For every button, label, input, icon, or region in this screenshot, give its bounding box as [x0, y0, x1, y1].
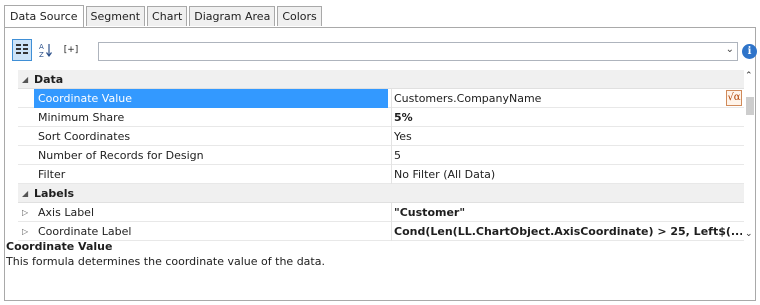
expand-icon[interactable]: ▷ — [22, 203, 28, 222]
expand-all-button[interactable]: [+] — [58, 39, 84, 61]
property-value[interactable]: Yes — [391, 127, 742, 146]
tab-segment[interactable]: Segment — [85, 6, 146, 26]
property-name: Coordinate Label — [38, 225, 132, 238]
property-row-coordinate-label[interactable]: ▷ Coordinate Label Cond(Len(LL.ChartObje… — [18, 222, 744, 241]
info-icon[interactable]: i — [742, 44, 757, 59]
description-text: This formula determines the coordinate v… — [6, 255, 325, 268]
formula-editor-button[interactable]: √α — [726, 90, 742, 106]
chevron-down-icon[interactable]: ⌄ — [726, 44, 734, 55]
category-labels[interactable]: ◢ Labels — [18, 184, 744, 203]
property-value[interactable]: 5% — [391, 108, 742, 127]
alphabetical-sort-button[interactable]: A Z — [36, 39, 56, 61]
property-name: Axis Label — [38, 206, 94, 219]
collapse-icon[interactable]: ◢ — [22, 184, 28, 203]
property-row-minimum-share[interactable]: Minimum Share 5% — [18, 108, 744, 127]
categorized-view-icon — [16, 44, 28, 54]
property-toolbar: A Z [+] ⌄ i — [12, 39, 757, 63]
category-label: Labels — [34, 187, 75, 200]
property-value[interactable]: Cond(Len(LL.ChartObject.AxisCoordinate) … — [391, 222, 742, 241]
property-name: Filter — [38, 168, 66, 181]
svg-text:Z: Z — [39, 51, 44, 58]
property-value[interactable]: "Customer" — [391, 203, 742, 222]
property-row-filter[interactable]: Filter No Filter (All Data) — [18, 165, 744, 184]
expand-icon[interactable]: ▷ — [22, 222, 28, 241]
expand-all-icon: [+] — [63, 45, 79, 55]
collapse-icon[interactable]: ◢ — [22, 70, 28, 89]
property-row-coordinate-value[interactable]: Coordinate Value Customers.CompanyName √… — [18, 89, 744, 108]
property-row-number-of-records[interactable]: Number of Records for Design 5 — [18, 146, 744, 165]
property-value[interactable]: Customers.CompanyName — [391, 89, 742, 108]
property-name: Sort Coordinates — [38, 130, 131, 143]
category-data[interactable]: ◢ Data — [18, 70, 744, 89]
property-grid: ◢ Data Coordinate Value Customers.Compan… — [18, 70, 744, 241]
alphabetical-sort-icon: A Z — [39, 43, 52, 58]
description-pane: Coordinate Value This formula determines… — [6, 240, 746, 270]
tab-diagram-area[interactable]: Diagram Area — [189, 6, 276, 26]
property-value[interactable]: No Filter (All Data) — [391, 165, 742, 184]
property-name: Coordinate Value — [34, 89, 388, 108]
category-label: Data — [34, 73, 64, 86]
property-name: Minimum Share — [38, 111, 125, 124]
property-row-sort-coordinates[interactable]: Sort Coordinates Yes — [18, 127, 744, 146]
scrollbar-thumb[interactable] — [746, 97, 754, 115]
tab-colors[interactable]: Colors — [277, 6, 322, 26]
tab-strip: Data Source Segment Chart Diagram Area C… — [4, 5, 324, 28]
description-title: Coordinate Value — [6, 240, 113, 253]
tab-chart[interactable]: Chart — [147, 6, 188, 26]
property-filter-combobox[interactable]: ⌄ — [98, 42, 738, 61]
property-value[interactable]: 5 — [391, 146, 742, 165]
svg-text:A: A — [39, 43, 44, 51]
scroll-up-icon[interactable]: ⌃ — [745, 71, 753, 81]
property-row-axis-label[interactable]: ▷ Axis Label "Customer" — [18, 203, 744, 222]
property-name: Number of Records for Design — [38, 149, 204, 162]
vertical-scrollbar[interactable]: ⌃ ⌄ — [744, 70, 756, 240]
tab-data-source[interactable]: Data Source — [4, 5, 84, 27]
categorized-view-button[interactable] — [12, 39, 32, 61]
scroll-down-icon[interactable]: ⌄ — [745, 229, 753, 239]
